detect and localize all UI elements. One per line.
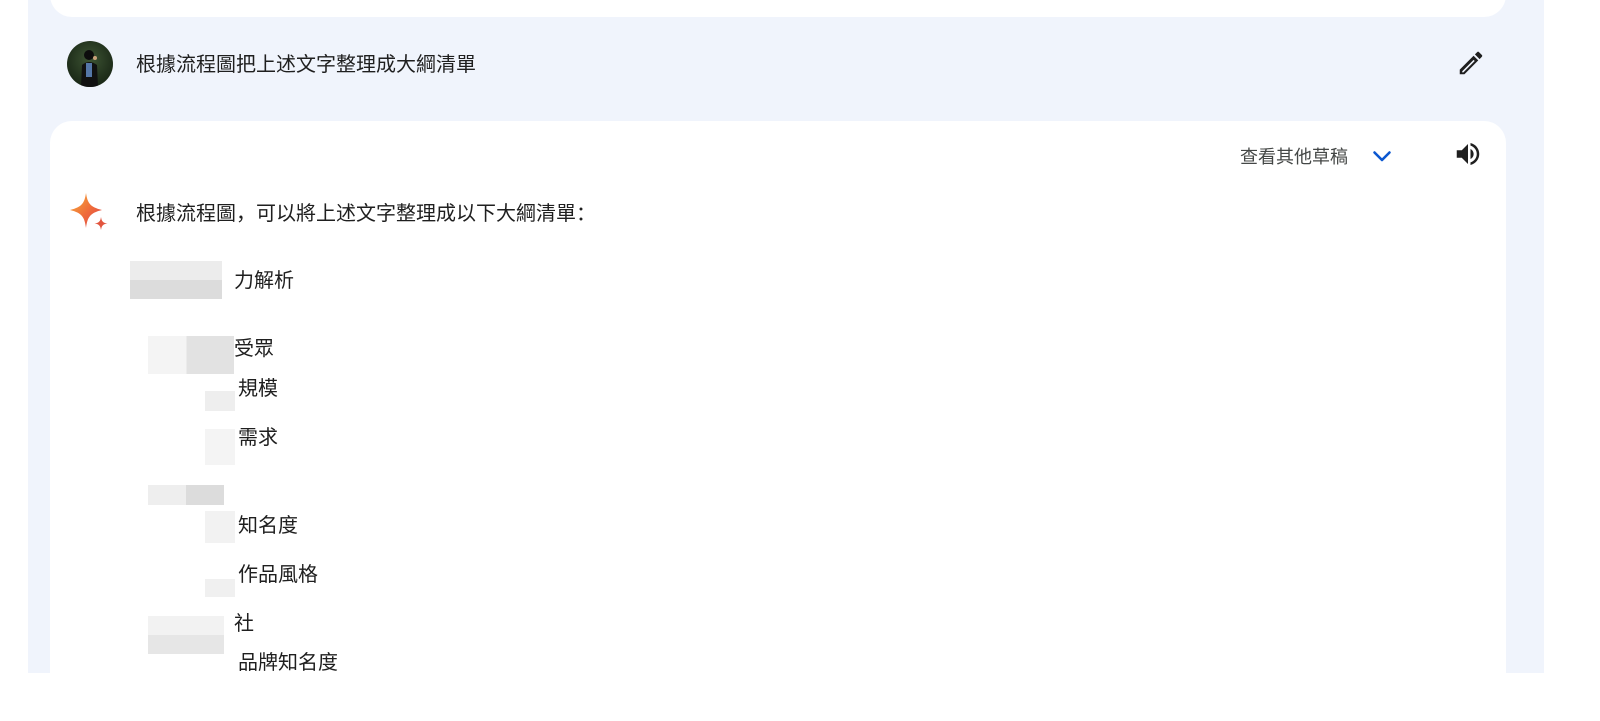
user-prompt-row: 根據流程圖把上述文字整理成大綱清單 <box>28 40 1544 88</box>
previous-response-card <box>50 0 1506 17</box>
view-drafts-label: 查看其他草稿 <box>1240 147 1348 168</box>
outline-item: 作品風格 <box>238 562 318 586</box>
response-card: 查看其他草稿 根據流程圖，可以將上述文字整理成以下大綱清單： 力解析 受眾 規模… <box>50 121 1506 721</box>
redacted-block <box>205 429 235 465</box>
conversation-panel: 根據流程圖把上述文字整理成大綱清單 查看其他草稿 根據流程圖，可以將上述文字整理… <box>28 0 1544 721</box>
redacted-block <box>205 511 235 543</box>
edit-prompt-button[interactable] <box>1454 48 1488 82</box>
redacted-block <box>148 485 224 505</box>
chevron-down-icon <box>1370 144 1394 168</box>
outline-item: 受眾 <box>234 336 274 360</box>
redacted-block <box>148 616 224 654</box>
redacted-block <box>205 391 235 411</box>
response-intro-text: 根據流程圖，可以將上述文字整理成以下大綱清單： <box>136 201 596 225</box>
read-aloud-button[interactable] <box>1450 138 1486 174</box>
view-drafts-button[interactable]: 查看其他草稿 <box>1240 141 1394 171</box>
avatar[interactable] <box>67 41 113 87</box>
user-prompt-text: 根據流程圖把上述文字整理成大綱清單 <box>136 52 476 76</box>
outline-item: 社 <box>234 611 254 635</box>
pencil-icon <box>1456 48 1486 82</box>
gemini-sparkle-icon <box>68 191 112 235</box>
outline-item: 知名度 <box>238 513 298 537</box>
redacted-block <box>205 579 235 597</box>
outline-item: 規模 <box>238 376 278 400</box>
volume-icon <box>1453 139 1483 173</box>
redacted-block <box>130 261 222 299</box>
redacted-block <box>148 336 234 374</box>
outline-item: 力解析 <box>234 268 294 292</box>
outline-item: 需求 <box>238 425 278 449</box>
